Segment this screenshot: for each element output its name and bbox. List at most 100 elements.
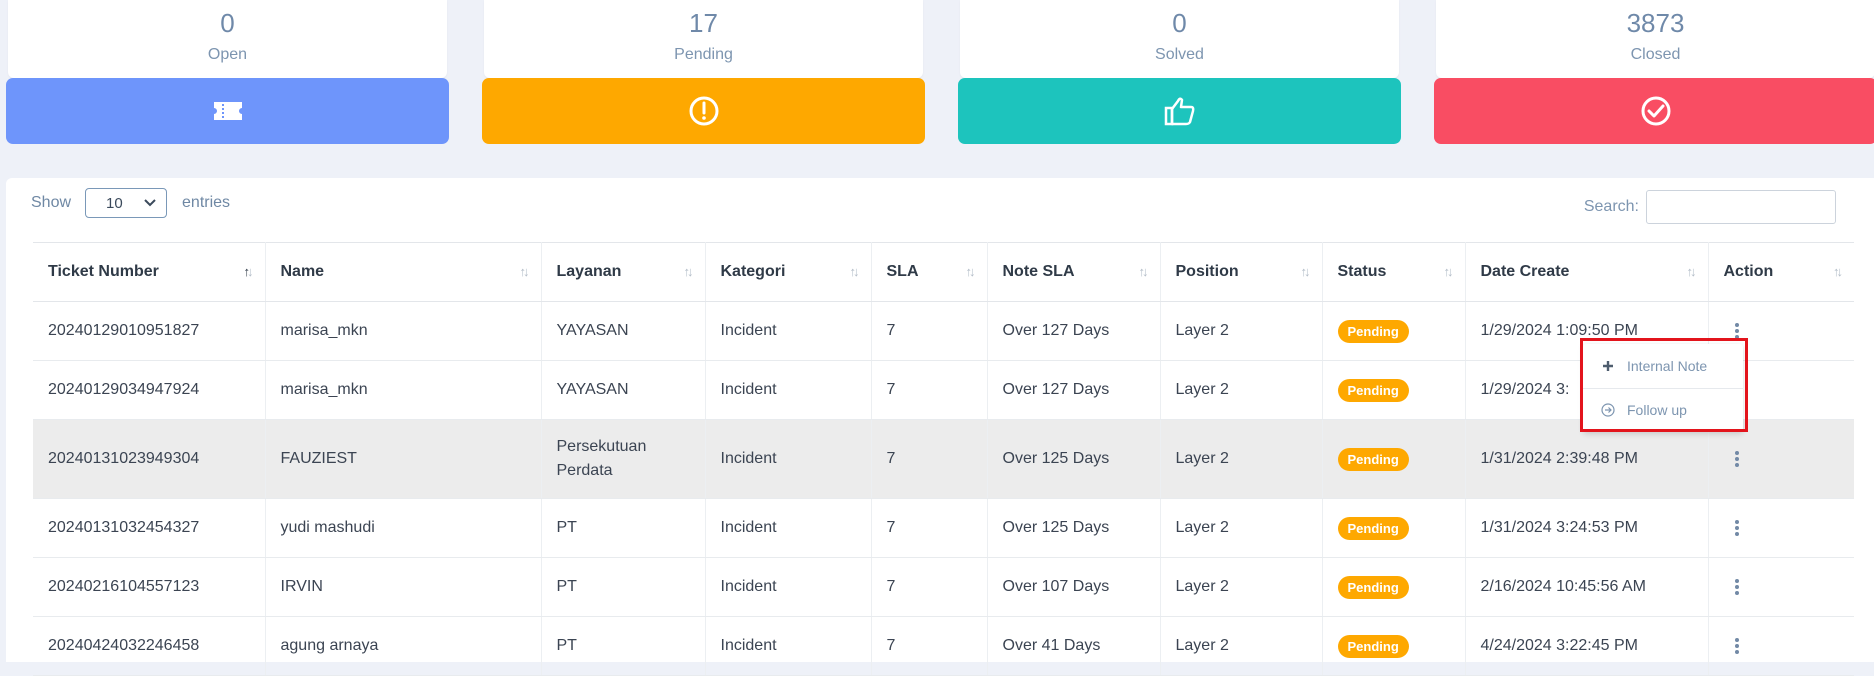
sort-icon: ↑↓ <box>683 264 694 279</box>
menu-item-label: Internal Note <box>1627 358 1708 374</box>
table-row: 20240131023949304 FAUZIEST Persekutuan P… <box>33 419 1855 499</box>
cell-note-sla: Over 41 Days <box>987 616 1161 676</box>
cell-name: IRVIN <box>265 557 542 617</box>
menu-item-internal-note[interactable]: Internal Note <box>1583 344 1743 389</box>
table-header-row: Ticket Number ↑↓ Name ↑↓ Layanan ↑↓ Kategor… <box>33 242 1854 302</box>
cell-position: Layer 2 <box>1160 616 1323 676</box>
cell-name: marisa_mkn <box>265 360 542 420</box>
column-header[interactable]: Layanan ↑↓ <box>541 242 706 302</box>
cell-ticket: 20240129010951827 <box>33 301 266 361</box>
table-row: 20240216104557123 IRVIN PT Incident 7 Ov… <box>33 557 1855 617</box>
cell-note-sla: Over 127 Days <box>987 360 1161 420</box>
stat-band <box>482 78 925 144</box>
stat-band <box>958 78 1401 144</box>
cell-date: 4/24/2024 3:22:45 PM <box>1465 616 1709 676</box>
cell-layanan: YAYASAN <box>541 301 706 361</box>
cell-status: Pending <box>1322 360 1466 420</box>
stat-card-pending[interactable]: 17 Pending <box>482 0 925 144</box>
stat-label: Open <box>207 46 248 63</box>
cell-status: Pending <box>1322 301 1466 361</box>
entries-select[interactable]: 10 <box>85 188 168 218</box>
cell-note-sla: Over 125 Days <box>987 498 1161 558</box>
more-vertical-icon[interactable] <box>1724 323 1855 339</box>
stat-card-open[interactable]: 0 Open <box>6 0 449 144</box>
entries-value: 10 <box>106 194 123 212</box>
chevron-down-icon <box>144 199 156 207</box>
column-header[interactable]: Kategori ↑↓ <box>705 242 872 302</box>
arrow-circle-right-icon <box>1601 403 1615 417</box>
menu-item-label: Follow up <box>1627 402 1687 418</box>
cell-position: Layer 2 <box>1160 498 1323 558</box>
stat-count: 0 <box>220 8 235 38</box>
cell-status: Pending <box>1322 616 1466 676</box>
cell-layanan: YAYASAN <box>541 360 706 420</box>
sort-icon: ↑↓ <box>1833 264 1843 279</box>
column-header[interactable]: Status ↑↓ <box>1322 242 1466 302</box>
alert-circle-icon <box>689 96 718 126</box>
menu-item-follow-up[interactable]: Follow up <box>1583 388 1743 432</box>
stat-count: 17 <box>689 8 718 38</box>
stat-band <box>6 78 449 144</box>
tickets-table: Ticket Number ↑↓ Name ↑↓ Layanan ↑↓ Kategor… <box>33 242 1854 676</box>
status-badge: Pending <box>1337 575 1409 599</box>
plus-icon <box>1601 359 1615 373</box>
cell-date: 1/31/2024 3:24:53 PM <box>1465 498 1709 558</box>
cell-layanan: PT <box>541 498 706 558</box>
status-badge: Pending <box>1337 319 1409 343</box>
cell-kategori: Incident <box>705 557 872 617</box>
cell-status: Pending <box>1322 557 1466 617</box>
table-row: 20240129010951827 marisa_mkn YAYASAN Inc… <box>33 301 1855 361</box>
status-badge: Pending <box>1337 447 1409 471</box>
cell-sla: 7 <box>871 557 988 617</box>
stat-count: 0 <box>1172 8 1187 38</box>
more-vertical-icon[interactable] <box>1724 520 1855 536</box>
column-header[interactable]: Date Create ↑↓ <box>1465 242 1709 302</box>
ticket-icon <box>213 102 242 120</box>
table-row: 20240129034947924 marisa_mkn YAYASAN Inc… <box>33 360 1854 420</box>
cell-layanan: PT <box>541 557 706 617</box>
cell-name: yudi mashudi <box>265 498 542 558</box>
table-row: 20240424032246458 agung arnaya PT Incide… <box>33 616 1855 676</box>
cell-status: Pending <box>1322 419 1466 499</box>
cell-position: Layer 2 <box>1160 301 1323 361</box>
more-vertical-icon[interactable] <box>1724 638 1855 654</box>
cell-layanan: Persekutuan Perdata <box>541 419 706 499</box>
stat-card-closed[interactable]: 3873 Closed <box>1434 0 1874 144</box>
more-vertical-icon[interactable] <box>1724 579 1855 595</box>
stat-cards: 0 Open 17 Pending 0 Solved 3873 Closed <box>0 0 1874 150</box>
stat-label: Solved <box>1155 46 1204 63</box>
entries-control: Show 10 entries <box>31 187 230 219</box>
table-row: 20240131032454327 yudi mashudi PT Incide… <box>33 498 1855 558</box>
column-header[interactable]: SLA ↑↓ <box>871 242 988 302</box>
search-control: Search: <box>1584 190 1836 224</box>
cell-sla: 7 <box>871 498 988 558</box>
cell-position: Layer 2 <box>1160 557 1323 617</box>
column-header[interactable]: Action ↑↓ <box>1708 242 1854 302</box>
sort-icon: ↑↓ <box>1138 264 1149 279</box>
cell-layanan: PT <box>541 616 706 676</box>
action-dropdown-menu: Internal Note Follow up <box>1583 344 1743 432</box>
column-header[interactable]: Ticket Number ↑↓ <box>33 242 266 302</box>
column-header[interactable]: Name ↑↓ <box>265 242 542 302</box>
column-header[interactable]: Position ↑↓ <box>1160 242 1323 302</box>
status-badge: Pending <box>1337 378 1409 402</box>
entries-label: entries <box>182 194 231 211</box>
cell-kategori: Incident <box>705 301 872 361</box>
more-vertical-icon[interactable] <box>1724 451 1855 467</box>
sort-icon: ↑↓ <box>1300 264 1311 279</box>
cell-name: agung arnaya <box>265 616 542 676</box>
cell-position: Layer 2 <box>1160 360 1323 420</box>
column-header[interactable]: Note SLA ↑↓ <box>987 242 1161 302</box>
sort-icon: ↑↓ <box>1686 264 1697 279</box>
cell-ticket: 20240131032454327 <box>33 498 266 558</box>
status-badge: Pending <box>1337 634 1409 658</box>
cell-position: Layer 2 <box>1160 419 1323 499</box>
cell-sla: 7 <box>871 419 988 499</box>
search-input[interactable] <box>1646 190 1836 224</box>
cell-kategori: Incident <box>705 419 872 499</box>
cell-name: FAUZIEST <box>265 419 542 499</box>
cell-sla: 7 <box>871 360 988 420</box>
stat-count: 3873 <box>1626 8 1685 38</box>
stat-card-solved[interactable]: 0 Solved <box>958 0 1401 144</box>
sort-icon: ↑↓ <box>1443 264 1454 279</box>
